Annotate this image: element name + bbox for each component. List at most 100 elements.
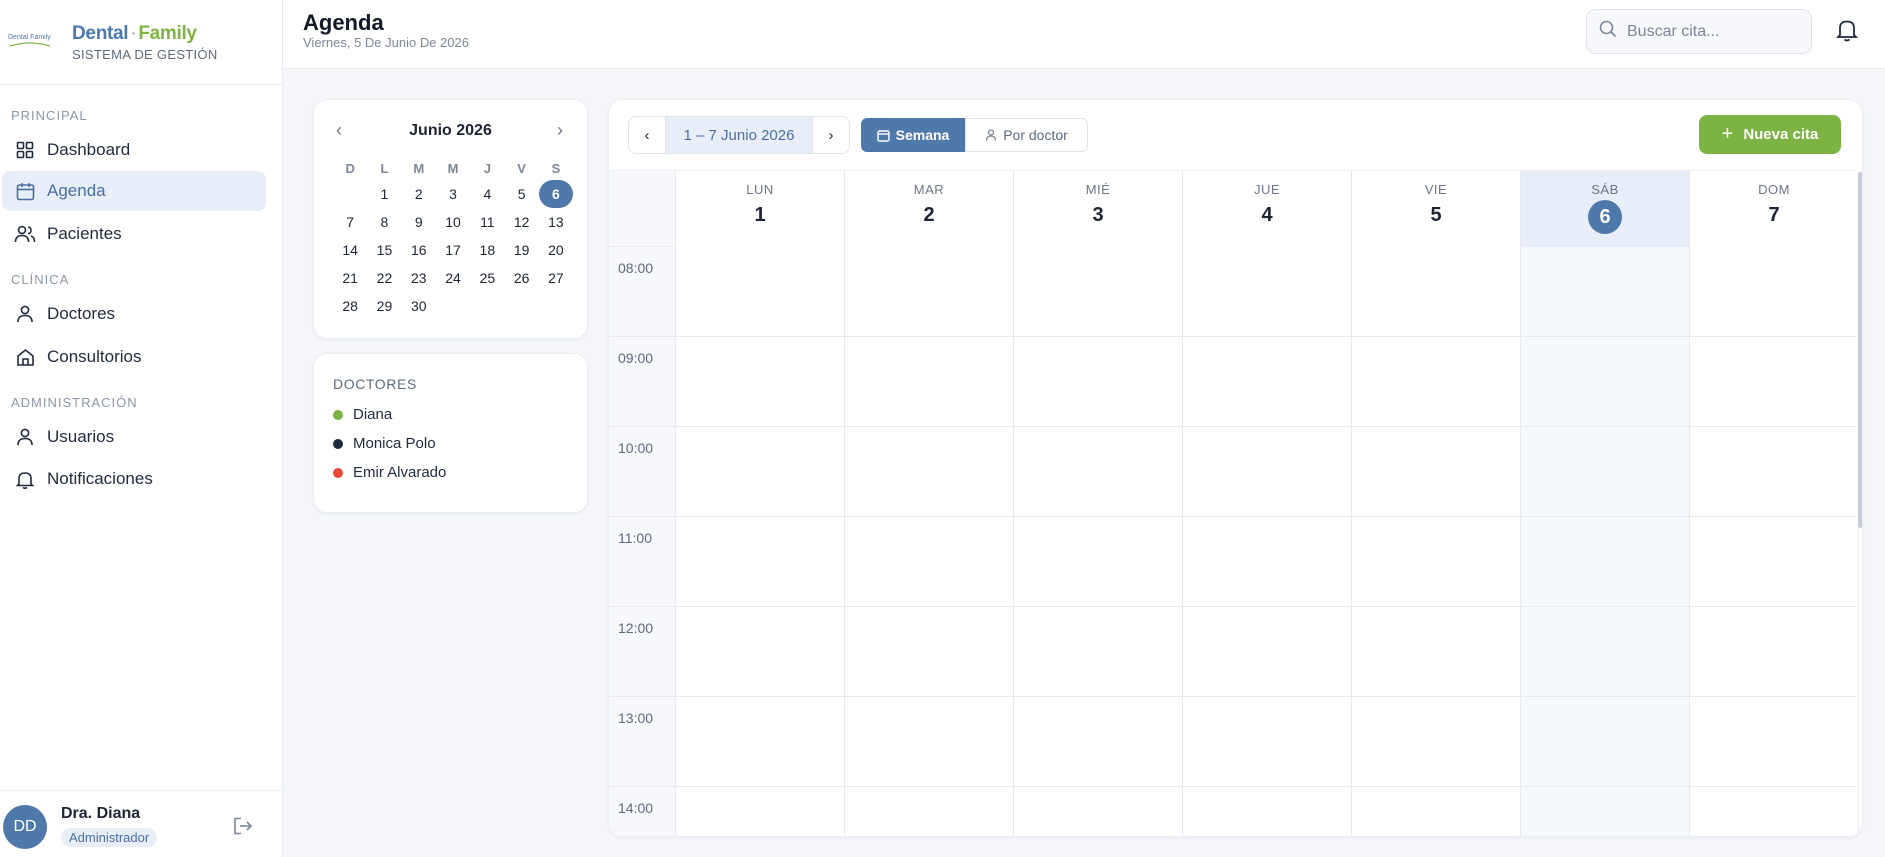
mini-calendar-day[interactable]: 14 <box>333 236 367 264</box>
mini-calendar-day[interactable]: 30 <box>402 292 436 320</box>
day-number: 13 <box>548 214 564 230</box>
avatar[interactable]: DD <box>3 805 47 849</box>
time-label: 12:00 <box>618 620 654 636</box>
mini-calendar-day-selected[interactable]: 6 <box>538 180 573 208</box>
view-doctor-button[interactable]: Por doctor <box>965 118 1088 152</box>
notifications-bell-icon[interactable] <box>1835 18 1859 47</box>
grid-divider <box>1013 247 1014 836</box>
mini-calendar-day[interactable]: 23 <box>402 264 436 292</box>
sidebar-item-label: Consultorios <box>47 347 142 366</box>
logout-icon[interactable] <box>233 817 253 840</box>
mini-calendar-day[interactable]: 1 <box>367 180 401 208</box>
day-number: 30 <box>410 298 427 314</box>
mini-calendar-day[interactable]: 21 <box>333 264 367 292</box>
time-slot-row[interactable]: 11:00 <box>609 517 1856 607</box>
mini-calendar-day[interactable]: 19 <box>504 236 538 264</box>
day-number: 22 <box>376 270 393 286</box>
sidebar-item-pacientes[interactable]: Pacientes <box>2 214 266 254</box>
doctor-color-dot <box>333 438 343 449</box>
mini-calendar-day[interactable]: 2 <box>402 180 436 208</box>
week-grid-body: 08:00 09:00 10:00 11:00 12:00 13:00 14:00 <box>609 247 1859 836</box>
mini-calendar-day[interactable]: 26 <box>504 264 538 292</box>
prev-week-button[interactable]: ‹ <box>628 116 666 154</box>
mini-calendar-month: Junio 2026 <box>409 122 492 139</box>
mini-calendar-day[interactable]: 8 <box>367 208 401 236</box>
mini-calendar-day[interactable]: 28 <box>333 292 367 320</box>
mini-calendar-day[interactable]: 24 <box>436 264 470 292</box>
day-number: 11 <box>480 214 495 230</box>
sidebar-item-agenda[interactable]: Agenda <box>2 171 266 211</box>
day-number: 18 <box>479 242 496 258</box>
sidebar-item-consultorios[interactable]: Consultorios <box>2 337 266 377</box>
doctor-item[interactable]: Monica Polo <box>333 435 436 452</box>
sidebar-item-dashboard[interactable]: Dashboard <box>2 130 266 170</box>
day-header-mar[interactable]: MAR 2 <box>844 171 1013 248</box>
day-number: 25 <box>479 270 496 286</box>
day-header-sáb[interactable]: SÁB 6 <box>1520 171 1689 248</box>
time-label: 13:00 <box>618 710 654 726</box>
sidebar-item-doctores[interactable]: Doctores <box>2 294 266 334</box>
day-name: SÁB <box>1591 182 1619 197</box>
search-input[interactable] <box>1627 22 1797 41</box>
mini-calendar-day[interactable]: 4 <box>470 180 504 208</box>
mini-calendar-day[interactable]: 27 <box>539 264 573 292</box>
user-icon <box>14 426 36 448</box>
mini-calendar-day[interactable]: 20 <box>539 236 573 264</box>
day-header-mié[interactable]: MIÉ 3 <box>1013 171 1182 248</box>
brand: Dental Family Dental · Family SISTEMA DE G… <box>0 0 282 85</box>
day-name: JUE <box>1253 182 1281 197</box>
mini-calendar-day[interactable]: 12 <box>504 208 538 236</box>
view-week-button[interactable]: Semana <box>861 118 965 152</box>
mini-calendar-day[interactable]: 7 <box>333 208 367 236</box>
time-label: 11:00 <box>618 530 652 546</box>
day-number: 27 <box>548 270 564 286</box>
grid-divider <box>1520 247 1521 836</box>
time-slot-row[interactable]: 09:00 <box>609 337 1856 427</box>
time-slot-row[interactable]: 12:00 <box>609 607 1856 697</box>
sidebar-item-notificaciones[interactable]: Notificaciones <box>2 459 266 499</box>
mini-calendar-day[interactable]: 5 <box>504 180 538 208</box>
sidebar-item-usuarios[interactable]: Usuarios <box>2 417 266 457</box>
weekday-header: L <box>380 161 389 176</box>
brand-sep: · <box>130 22 137 44</box>
sidebar-item-label: Dashboard <box>47 140 131 159</box>
next-week-button[interactable]: › <box>812 116 850 154</box>
time-slot-row[interactable]: 14:00 <box>609 787 1856 836</box>
mini-calendar-day[interactable]: 15 <box>367 236 401 264</box>
day-header-jue[interactable]: JUE 4 <box>1182 171 1351 248</box>
calendar-scrollbar[interactable] <box>1858 172 1862 528</box>
time-slot-row[interactable]: 08:00 <box>609 247 1856 337</box>
day-name: LUN <box>746 182 774 197</box>
day-number: 20 <box>548 242 564 258</box>
date-range[interactable]: 1 – 7 Junio 2026 <box>665 116 813 154</box>
mini-calendar-day[interactable]: 3 <box>436 180 470 208</box>
mini-calendar-day[interactable]: 13 <box>539 208 573 236</box>
grid-divider <box>1351 247 1352 836</box>
calendar-icon <box>14 180 36 202</box>
mini-calendar-day[interactable]: 17 <box>436 236 470 264</box>
mini-calendar-next-button[interactable]: › <box>557 120 563 141</box>
day-header-vie[interactable]: VIE 5 <box>1351 171 1520 248</box>
day-header-dom[interactable]: DOM 7 <box>1689 171 1858 248</box>
doctor-item[interactable]: Emir Alvarado <box>333 464 446 481</box>
view-doctor-label: Por doctor <box>1003 127 1068 143</box>
time-slot-row[interactable]: 13:00 <box>609 697 1856 787</box>
day-number: 4 <box>483 186 492 202</box>
doctor-item[interactable]: Diana <box>333 406 392 423</box>
mini-calendar-day[interactable]: 10 <box>436 208 470 236</box>
day-number: 26 <box>513 270 530 286</box>
mini-calendar-day[interactable]: 16 <box>402 236 436 264</box>
sidebar-item-label: Doctores <box>47 304 116 323</box>
mini-calendar-day[interactable]: 29 <box>367 292 401 320</box>
day-number: 19 <box>513 242 530 258</box>
search-box[interactable] <box>1586 9 1812 54</box>
day-number: 2 <box>923 204 935 226</box>
new-appointment-button[interactable]: + Nueva cita <box>1699 115 1841 154</box>
mini-calendar-day[interactable]: 22 <box>367 264 401 292</box>
mini-calendar-day[interactable]: 9 <box>402 208 436 236</box>
mini-calendar-day[interactable]: 11 <box>470 208 504 236</box>
time-slot-row[interactable]: 10:00 <box>609 427 1856 517</box>
mini-calendar-day[interactable]: 18 <box>470 236 504 264</box>
day-header-lun[interactable]: LUN 1 <box>675 171 844 248</box>
mini-calendar-day[interactable]: 25 <box>470 264 504 292</box>
